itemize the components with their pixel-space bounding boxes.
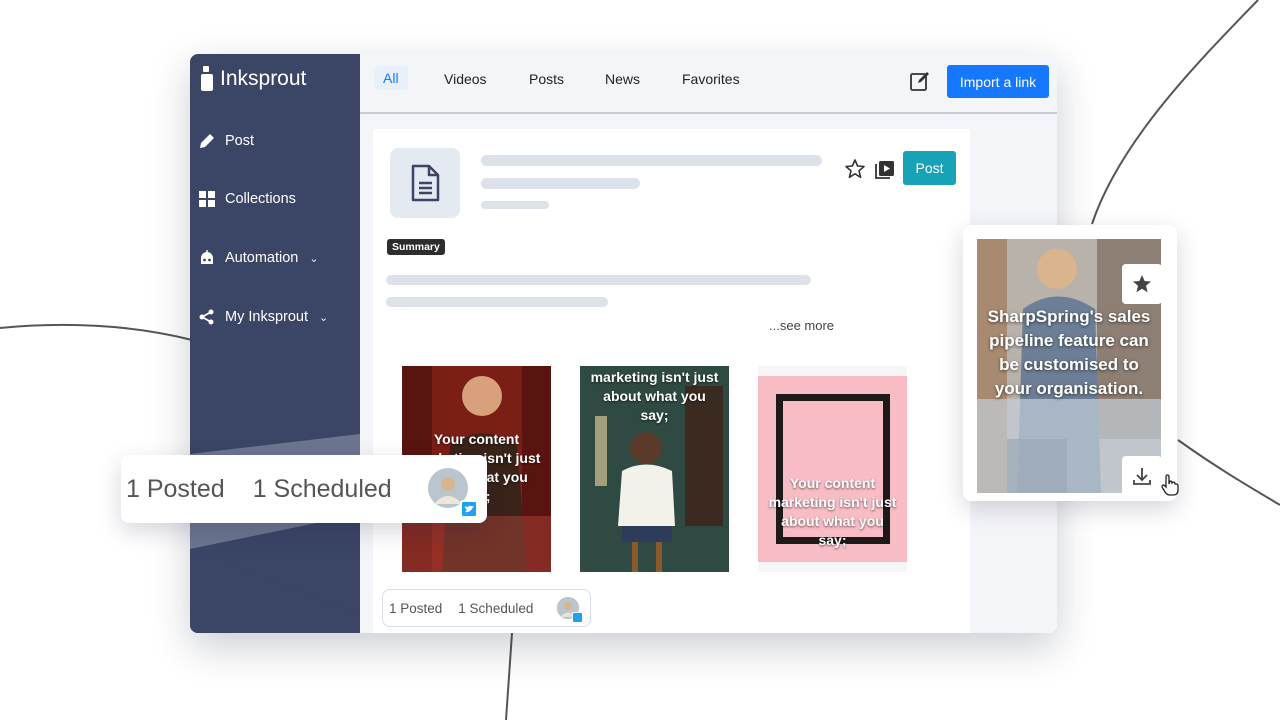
title-placeholder [481, 155, 822, 166]
edit-icon[interactable] [909, 70, 931, 92]
tab-videos[interactable]: Videos [444, 70, 487, 88]
thumbnail-caption: marketing isn't just about what you say; [590, 369, 719, 423]
tab-all[interactable]: All [374, 66, 408, 90]
sidebar: Inksprout Post Collections Automation ⌄ [190, 54, 360, 633]
import-link-button[interactable]: Import a link [947, 65, 1049, 98]
tab-news[interactable]: News [605, 70, 640, 88]
top-bar: All Videos Posts News Favorites Import a… [360, 54, 1057, 114]
avatar[interactable] [428, 468, 478, 518]
chevron-down-icon: ⌄ [319, 311, 329, 324]
post-button[interactable]: Post [903, 151, 956, 185]
tab-favorites[interactable]: Favorites [682, 70, 740, 88]
pencil-icon [200, 134, 214, 148]
grid-icon [199, 191, 215, 207]
avatar[interactable] [557, 597, 583, 623]
media-preview-card[interactable]: SharpSpring's sales pipeline feature can… [963, 225, 1177, 501]
posted-count: 1 Posted [126, 474, 225, 503]
preview-image: SharpSpring's sales pipeline feature can… [977, 239, 1161, 493]
download-button[interactable] [1122, 456, 1161, 493]
thumbnail-caption: Your content marketing isn't just about … [768, 475, 897, 548]
sidebar-item-label: Post [225, 133, 255, 149]
favorite-button[interactable] [1122, 264, 1161, 304]
brand-name: Inksprout [220, 67, 307, 90]
meta-placeholder [481, 201, 549, 209]
sidebar-item-post[interactable]: Post [198, 132, 254, 150]
share-icon [199, 309, 214, 325]
media-library-icon[interactable] [874, 158, 896, 180]
summary-line-placeholder [386, 297, 608, 307]
star-icon[interactable] [844, 158, 866, 180]
media-thumbnail[interactable]: marketing isn't just about what you say; [580, 366, 729, 572]
twitter-icon [572, 612, 583, 623]
subtitle-placeholder [481, 178, 640, 189]
see-more-link[interactable]: ...see more [769, 318, 834, 333]
scheduled-count: 1 Scheduled [252, 474, 392, 503]
sidebar-item-collections[interactable]: Collections [198, 190, 296, 208]
preview-caption: SharpSpring's sales pipeline feature can… [987, 307, 1151, 398]
app-window: Inksprout Post Collections Automation ⌄ [190, 54, 1057, 633]
sidebar-item-label: My Inksprout [225, 309, 308, 325]
sidebar-item-label: Collections [225, 191, 296, 207]
tab-posts[interactable]: Posts [529, 70, 564, 88]
post-status-summary: 1 Posted 1 Scheduled [382, 589, 591, 627]
scheduled-status-popup: 1 Posted 1 Scheduled [121, 455, 487, 523]
brand[interactable]: Inksprout [200, 66, 306, 92]
summary-line-placeholder [386, 275, 811, 285]
media-thumbnail[interactable]: Your content marketing isn't just about … [758, 366, 907, 572]
download-icon [1133, 468, 1151, 485]
main-panel: All Videos Posts News Favorites Import a… [360, 54, 1057, 633]
chevron-down-icon: ⌄ [309, 252, 319, 265]
posted-count: 1 Posted [389, 600, 443, 616]
twitter-icon [460, 500, 478, 518]
document-thumbnail [390, 148, 460, 218]
sidebar-item-label: Automation [225, 250, 299, 266]
document-icon [411, 164, 440, 202]
logo-icon [201, 66, 213, 91]
summary-badge: Summary [387, 239, 445, 255]
star-icon [1133, 275, 1151, 293]
content-card: Post Summary ...see more Your content ma… [373, 129, 970, 633]
hand-cursor-icon [1161, 474, 1179, 496]
sidebar-item-automation[interactable]: Automation ⌄ [198, 249, 319, 267]
scheduled-count: 1 Scheduled [458, 600, 534, 616]
robot-icon [201, 250, 213, 264]
sidebar-item-my-inksprout[interactable]: My Inksprout ⌄ [198, 308, 328, 326]
